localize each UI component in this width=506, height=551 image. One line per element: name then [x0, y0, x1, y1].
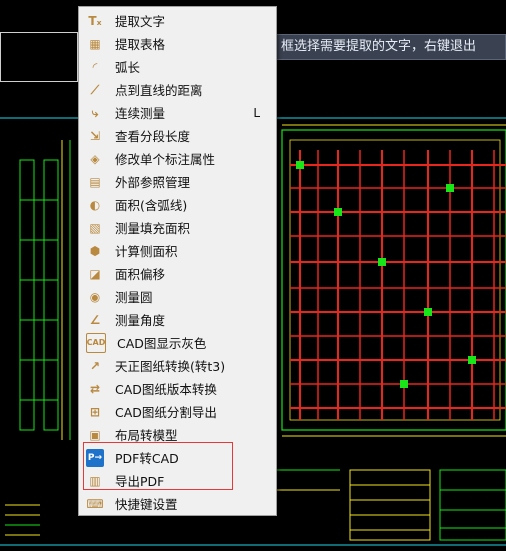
- menu-item-label: 计算侧面积: [115, 244, 178, 259]
- table-extract-icon: ▦: [89, 36, 101, 51]
- version-convert-icon: ⇄: [89, 381, 101, 396]
- menu-item-5[interactable]: ⇲ 查看分段长度: [79, 124, 276, 147]
- menu-item-0[interactable]: Tₓ 提取文字: [79, 9, 276, 32]
- menu-item-label: CAD图纸分割导出: [115, 405, 217, 420]
- menu-item-label: 点到直线的距离: [115, 83, 203, 98]
- menu-item-21[interactable]: ⌨ 快捷键设置: [79, 492, 276, 515]
- menu-item-7[interactable]: ▤ 外部参照管理: [79, 170, 276, 193]
- menu-item-3[interactable]: ⟋ 点到直线的距离: [79, 78, 276, 101]
- menu-item-label: CAD图显示灰色: [117, 336, 207, 351]
- menu-item-14[interactable]: CAD CAD图显示灰色: [79, 331, 276, 354]
- menu-item-label: 面积(含弧线): [115, 198, 188, 213]
- menu-item-6[interactable]: ◈ 修改单个标注属性: [79, 147, 276, 170]
- layout-to-model-icon: ▣: [89, 427, 101, 442]
- menu-item-label: 提取表格: [115, 37, 166, 52]
- tools-context-menu: Tₓ 提取文字 ▦ 提取表格 ◜ 弧长 ⟋ 点到直线的距离 ⤷ 连续测量 L ⇲ 查看分段长度 ◈ 修改单个…: [78, 6, 277, 516]
- measure-angle-icon: ∠: [89, 312, 101, 327]
- menu-item-label: 快捷键设置: [115, 497, 178, 512]
- hatch-area-icon: ▧: [89, 220, 101, 235]
- menu-item-11[interactable]: ◪ 面积偏移: [79, 262, 276, 285]
- menu-item-label: 测量填充面积: [115, 221, 191, 236]
- menu-item-label: 天正图纸转换(转t3): [115, 359, 226, 374]
- menu-item-8[interactable]: ◐ 面积(含弧线): [79, 193, 276, 216]
- highlight-box: [83, 442, 233, 490]
- menu-item-label: CAD图纸版本转换: [115, 382, 217, 397]
- menu-item-label: 弧长: [115, 60, 141, 75]
- tangent-convert-icon: ↗: [89, 358, 101, 373]
- menu-item-10[interactable]: ⬢ 计算侧面积: [79, 239, 276, 262]
- menu-item-label: 测量圆: [115, 290, 153, 305]
- menu-item-4[interactable]: ⤷ 连续测量 L: [79, 101, 276, 124]
- menu-item-1[interactable]: ▦ 提取表格: [79, 32, 276, 55]
- gray-display-icon: CAD: [86, 332, 106, 353]
- menu-item-label: 提取文字: [115, 14, 166, 29]
- menu-item-shortcut: L: [253, 105, 260, 120]
- menu-item-12[interactable]: ◉ 测量圆: [79, 285, 276, 308]
- point-line-distance-icon: ⟋: [90, 82, 100, 97]
- arc-length-icon: ◜: [92, 59, 98, 74]
- menu-item-label: 测量角度: [115, 313, 166, 328]
- measure-circle-icon: ◉: [89, 289, 101, 304]
- menu-item-15[interactable]: ↗ 天正图纸转换(转t3): [79, 354, 276, 377]
- xref-manage-icon: ▤: [89, 174, 101, 189]
- shortcut-settings-icon: ⌨: [86, 496, 104, 511]
- menu-item-2[interactable]: ◜ 弧长: [79, 55, 276, 78]
- menu-item-label: 修改单个标注属性: [115, 152, 216, 167]
- menu-item-9[interactable]: ▧ 测量填充面积: [79, 216, 276, 239]
- menu-item-label: 外部参照管理: [115, 175, 191, 190]
- side-area-icon: ⬢: [89, 243, 101, 258]
- text-extract-icon: Tₓ: [88, 13, 102, 28]
- segment-length-icon: ⇲: [89, 128, 101, 143]
- menu-item-13[interactable]: ∠ 测量角度: [79, 308, 276, 331]
- area-arc-icon: ◐: [89, 197, 101, 212]
- split-export-icon: ⊞: [89, 404, 101, 419]
- menu-item-16[interactable]: ⇄ CAD图纸版本转换: [79, 377, 276, 400]
- menu-item-label: 面积偏移: [115, 267, 166, 282]
- command-prompt-frame: [0, 32, 78, 82]
- menu-item-label: 查看分段长度: [115, 129, 191, 144]
- dimension-edit-icon: ◈: [90, 151, 100, 166]
- status-tip: 框选择需要提取的文字，右键退出: [272, 34, 506, 60]
- menu-item-17[interactable]: ⊞ CAD图纸分割导出: [79, 400, 276, 423]
- area-offset-icon: ◪: [89, 266, 101, 281]
- menu-item-label: 连续测量: [115, 106, 166, 121]
- continuous-measure-icon: ⤷: [91, 105, 99, 120]
